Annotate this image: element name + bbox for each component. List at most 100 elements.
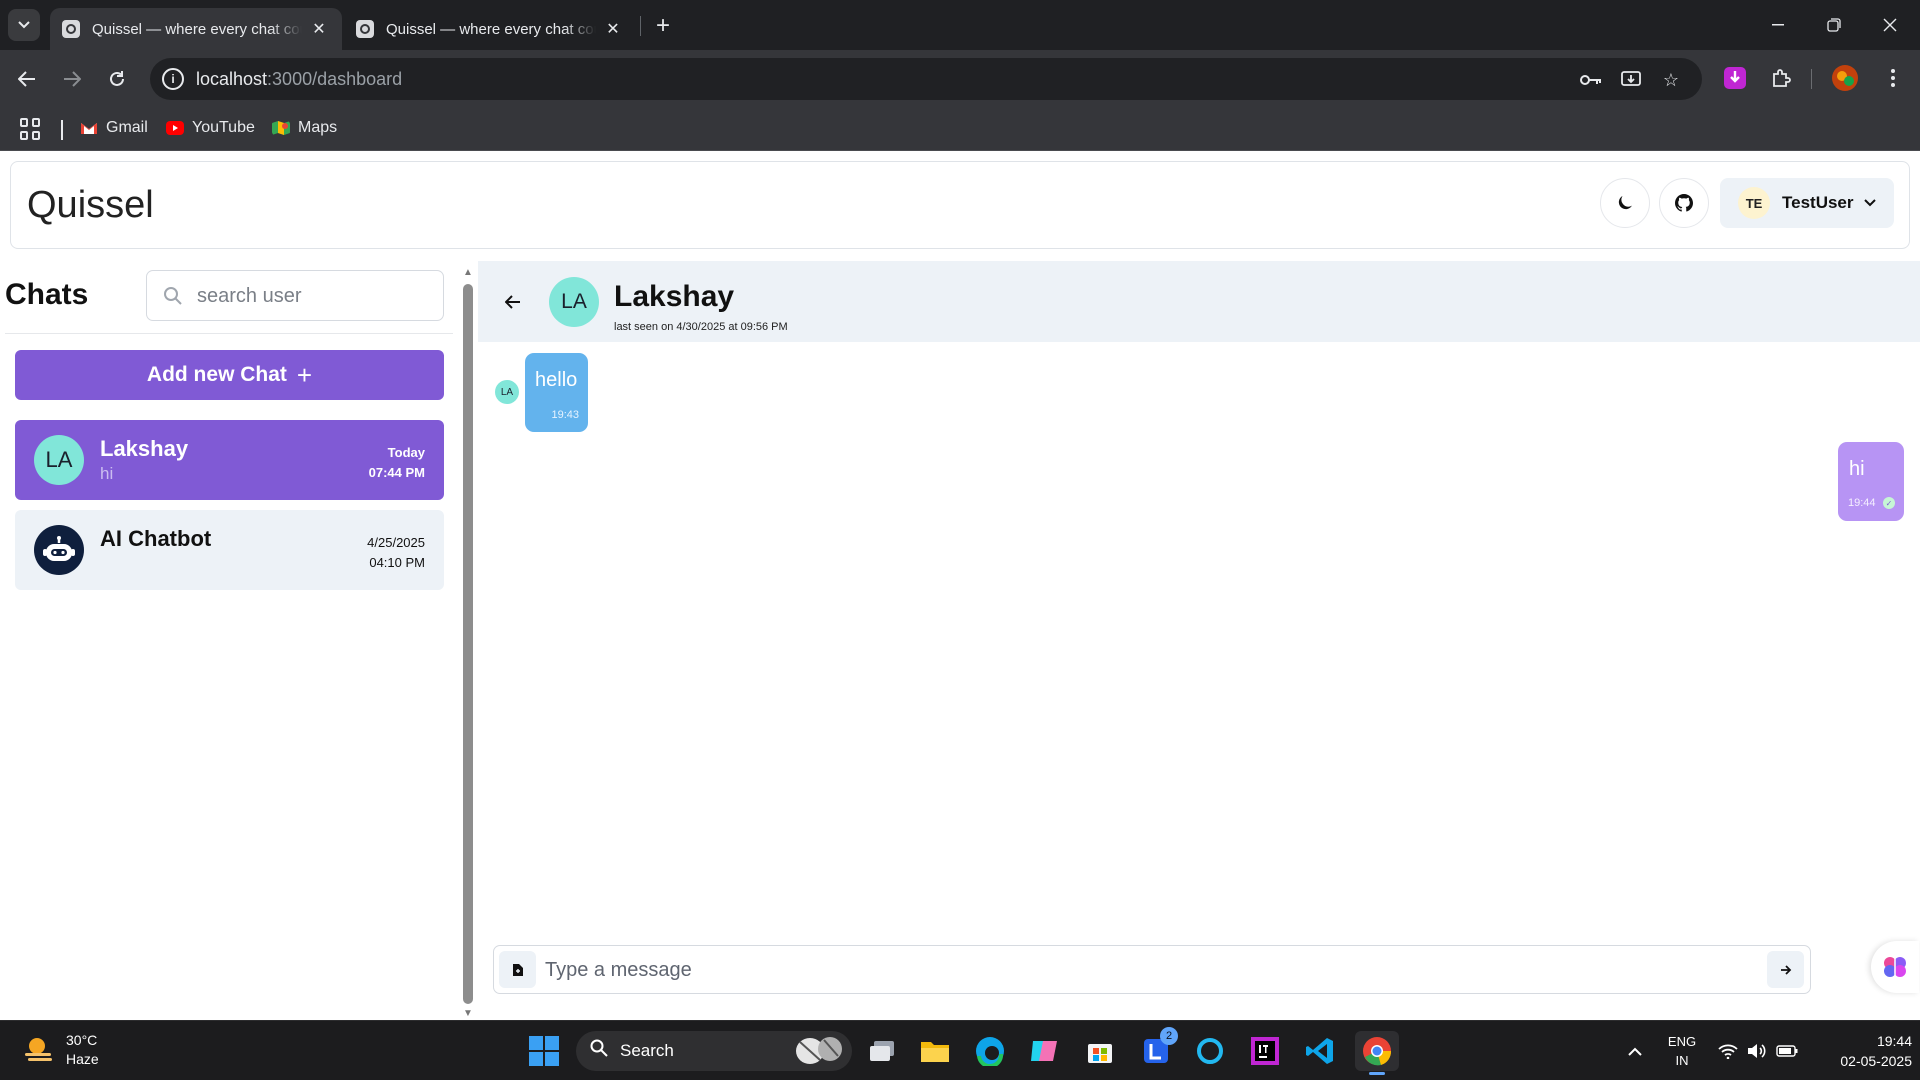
scroll-down-arrow-icon[interactable]: ▼	[462, 1008, 474, 1019]
edge-browser-icon[interactable]	[970, 1031, 1010, 1071]
back-button[interactable]	[10, 62, 44, 96]
wifi-icon[interactable]	[1715, 1021, 1741, 1080]
app-header: Quissel TE TestUser	[10, 161, 1910, 249]
tab-title: Quissel — where every chat counts	[92, 20, 302, 38]
minimize-icon	[1772, 24, 1784, 26]
address-bar[interactable]: i localhost:3000/dashboard ☆	[150, 58, 1702, 100]
scroll-up-arrow-icon[interactable]: ▲	[462, 267, 474, 278]
avatar[interactable]: LA	[549, 277, 599, 327]
bookmark-maps[interactable]: Maps	[272, 119, 337, 137]
bookmark-youtube[interactable]: YouTube	[166, 119, 255, 137]
system-clock[interactable]: 19:44 02-05-2025	[1812, 1031, 1912, 1071]
reload-icon	[110, 71, 124, 86]
intellij-idea-icon[interactable]	[1245, 1031, 1285, 1071]
taskbar-search-label: Search	[620, 1041, 674, 1060]
search-user-input[interactable]	[197, 279, 427, 313]
message-bubble-outgoing[interactable]: hi 19:44 ✓	[1838, 442, 1904, 521]
user-menu-button[interactable]: TE TestUser	[1720, 178, 1894, 228]
bookmarks-divider	[61, 120, 63, 140]
downloader-extension-icon[interactable]	[1720, 63, 1750, 93]
chat-list-item-ai-chatbot[interactable]: AI Chatbot 4/25/2025 04:10 PM	[15, 510, 444, 590]
chevron-down-icon	[18, 21, 30, 29]
profile-avatar-icon[interactable]	[1830, 63, 1860, 93]
floating-assistant-widget[interactable]	[1871, 941, 1919, 993]
minimize-button[interactable]	[1750, 0, 1806, 50]
chat-timestamp: Today 07:44 PM	[369, 443, 425, 483]
bookmark-gmail[interactable]: Gmail	[80, 119, 148, 137]
region-code: IN	[1675, 1053, 1689, 1068]
robot-icon	[34, 525, 84, 575]
sidebar-scrollbar[interactable]: ▲ ▼	[462, 267, 474, 1020]
search-user-field[interactable]	[146, 270, 444, 321]
extensions-puzzle-icon[interactable]	[1766, 63, 1796, 93]
message-bubble-incoming[interactable]: hello 19:43	[525, 353, 588, 432]
avatar: LA	[34, 435, 84, 485]
start-button[interactable]	[524, 1031, 564, 1071]
install-app-icon[interactable]	[1618, 67, 1644, 93]
chat-sidebar: Chats Add new Chat + LA Lakshay hi Today…	[0, 261, 460, 1021]
chat-list-item-lakshay[interactable]: LA Lakshay hi Today 07:44 PM	[15, 420, 444, 500]
apps-grid-icon[interactable]	[20, 118, 42, 140]
weather-description: Haze	[66, 1051, 99, 1067]
maps-icon	[272, 121, 290, 135]
attach-file-button[interactable]	[499, 951, 536, 988]
forward-button[interactable]	[55, 62, 89, 96]
chrome-browser-icon[interactable]	[1355, 1031, 1399, 1075]
browser-tabstrip: Quissel — where every chat counts ✕ Quis…	[0, 0, 1920, 50]
message-sender-avatar: LA	[495, 380, 519, 404]
arrow-left-icon	[18, 71, 35, 87]
vscode-icon[interactable]	[1300, 1031, 1340, 1071]
theme-toggle-button[interactable]	[1600, 178, 1650, 228]
message-input[interactable]	[545, 954, 1725, 986]
tray-overflow-chevron-icon[interactable]	[1620, 1021, 1650, 1080]
clock-time: 19:44	[1876, 1033, 1912, 1049]
close-icon[interactable]: ✕	[602, 18, 624, 40]
brain-icon	[1884, 957, 1906, 977]
battery-icon[interactable]	[1773, 1021, 1801, 1080]
gmail-icon	[81, 123, 97, 134]
new-tab-button[interactable]: +	[648, 11, 678, 41]
weather-widget[interactable]: 30°C Haze	[22, 1031, 99, 1069]
browser-tab[interactable]: Quissel — where every chat counts ✕	[344, 8, 636, 50]
more-menu-icon[interactable]	[1878, 63, 1908, 93]
lens-app-icon[interactable]: 2	[1136, 1027, 1178, 1071]
scrollbar-thumb[interactable]	[463, 284, 473, 1004]
password-key-icon[interactable]	[1578, 67, 1604, 93]
quissel-favicon-icon	[356, 20, 374, 38]
toolbar-divider	[1811, 69, 1812, 89]
restore-button[interactable]	[1806, 0, 1862, 50]
send-button[interactable]	[1767, 951, 1804, 988]
url-path: :3000/dashboard	[267, 69, 403, 89]
language-indicator[interactable]: ENG IN	[1660, 1021, 1704, 1080]
plus-icon: +	[296, 359, 313, 390]
taskbar-search[interactable]: Search	[576, 1031, 852, 1071]
message-time: 19:44	[1848, 497, 1876, 509]
copilot-icon[interactable]	[1024, 1031, 1064, 1071]
github-icon	[1675, 194, 1693, 212]
add-new-chat-button[interactable]: Add new Chat +	[15, 350, 444, 400]
tab-search-button[interactable]	[8, 9, 40, 41]
url-host: localhost	[196, 69, 268, 89]
task-view-icon[interactable]	[862, 1031, 902, 1071]
site-info-icon[interactable]: i	[162, 68, 184, 90]
chat-last-message: hi	[100, 464, 114, 483]
back-arrow-icon[interactable]	[498, 288, 528, 316]
microsoft-store-icon[interactable]	[1080, 1031, 1120, 1071]
file-explorer-icon[interactable]	[915, 1031, 955, 1071]
chat-time: 07:44 PM	[368, 465, 425, 480]
reload-button[interactable]	[100, 62, 134, 96]
close-window-button[interactable]	[1862, 0, 1918, 50]
bookmark-star-icon[interactable]: ☆	[1658, 67, 1684, 93]
volume-icon[interactable]	[1744, 1021, 1770, 1080]
github-link-button[interactable]	[1659, 178, 1709, 228]
close-icon[interactable]: ✕	[308, 18, 330, 40]
browser-tab-active[interactable]: Quissel — where every chat counts ✕	[50, 8, 342, 50]
app-brand-title[interactable]: Quissel	[27, 184, 154, 227]
chat-timestamp: 4/25/2025 04:10 PM	[367, 533, 425, 573]
chat-name: AI Chatbot	[100, 526, 212, 551]
url-text[interactable]: localhost:3000/dashboard	[196, 69, 402, 90]
bookmarks-bar: Gmail YouTube Maps	[0, 107, 1920, 151]
close-icon	[1883, 18, 1897, 32]
bookmark-label: Gmail	[106, 119, 148, 136]
cortana-ring-icon[interactable]	[1190, 1031, 1230, 1071]
